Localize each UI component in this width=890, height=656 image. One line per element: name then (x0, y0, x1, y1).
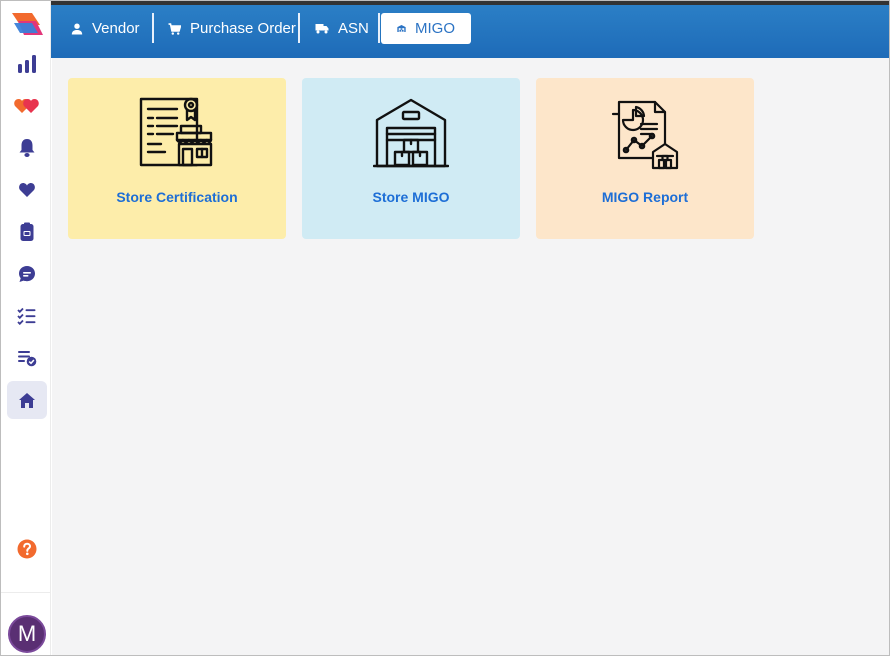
sidebar-item-help[interactable] (7, 530, 47, 568)
sidebar-item-notifications[interactable] (7, 129, 47, 167)
tab-asn[interactable]: ASN (315, 13, 369, 44)
hearts-icon (14, 99, 39, 113)
tab-separator (298, 13, 300, 43)
tab-separator (152, 13, 154, 43)
sidebar-item-wishlist[interactable] (7, 171, 47, 209)
warehouse-icon (397, 25, 406, 32)
sidebar-item-home[interactable] (7, 381, 47, 419)
home-icon (19, 392, 35, 408)
truck-icon (315, 24, 329, 34)
help-icon (17, 539, 37, 559)
tab-purchase-order-label: Purchase Order (190, 20, 296, 37)
sidebar-item-approvals[interactable] (7, 339, 47, 377)
bell-icon (19, 139, 35, 157)
document-icon (20, 222, 34, 241)
sidebar-item-messages[interactable] (7, 255, 47, 293)
card-migo-report-label: MIGO Report (601, 189, 689, 205)
card-store-migo[interactable]: Store MIGO (302, 78, 520, 239)
app-logo[interactable] (10, 11, 44, 39)
sidebar-divider (1, 592, 51, 593)
tab-asn-label: ASN (338, 20, 369, 37)
avatar-initial: M (17, 621, 37, 646)
user-avatar[interactable]: M (8, 615, 46, 653)
report-chart-icon (611, 100, 679, 170)
main-content: Store Certification Store MIGO MIGO Repo… (52, 58, 889, 655)
sidebar: M (1, 1, 51, 655)
store-certification-icon (139, 97, 213, 167)
sidebar-item-documents[interactable] (7, 213, 47, 251)
checklist-icon (17, 307, 36, 325)
cart-icon (168, 22, 181, 35)
card-store-certification[interactable]: Store Certification (68, 78, 286, 239)
tab-separator (378, 13, 380, 43)
warehouse-icon (373, 98, 449, 168)
heart-icon (19, 183, 35, 197)
chat-bubble-icon (19, 266, 35, 282)
person-icon (71, 23, 83, 34)
top-navigation-bar: Vendor Purchase Order ASN MIGO (51, 5, 889, 58)
bar-chart-icon (18, 55, 36, 73)
tab-migo[interactable]: MIGO (381, 13, 471, 44)
card-store-migo-label: Store MIGO (372, 189, 450, 205)
card-store-certification-label: Store Certification (116, 189, 238, 205)
sidebar-item-analytics[interactable] (7, 45, 47, 83)
sidebar-item-tasks[interactable] (7, 297, 47, 335)
tab-migo-label: MIGO (415, 20, 455, 37)
tab-vendor-label: Vendor (92, 20, 140, 37)
tab-vendor[interactable]: Vendor (71, 13, 140, 44)
app-window: M Vendor Purchase Order ASN MIGO Store C… (0, 0, 890, 656)
tab-purchase-order[interactable]: Purchase Order (168, 13, 296, 44)
list-check-icon (18, 351, 37, 367)
sidebar-item-favourites[interactable] (7, 87, 47, 125)
card-migo-report[interactable]: MIGO Report (536, 78, 754, 239)
